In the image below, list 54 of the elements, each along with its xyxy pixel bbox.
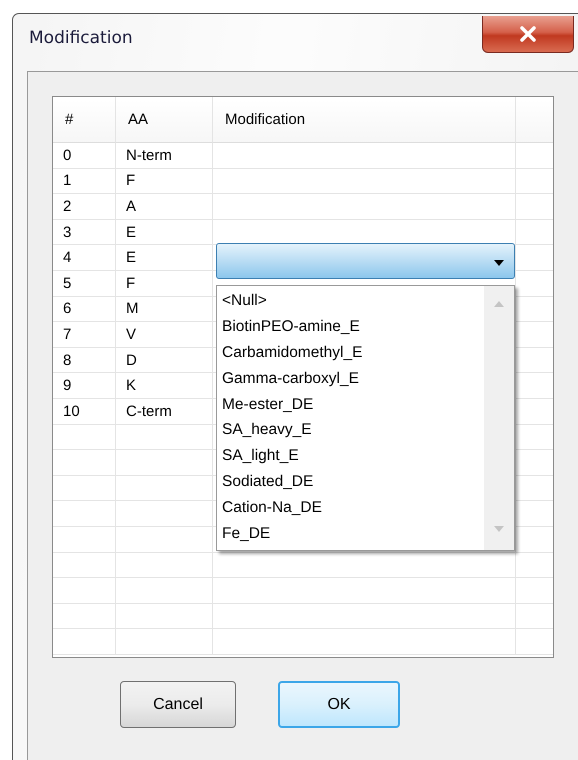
table-cell: 3 (53, 220, 116, 246)
table-cell: N-term (116, 143, 213, 169)
table-cell (53, 578, 116, 604)
dropdown-option[interactable]: Cation-Na_DE (222, 494, 484, 521)
table-cell: 2 (53, 194, 116, 220)
table-cell: 4 (53, 245, 116, 271)
scroll-up-icon[interactable] (494, 301, 504, 308)
dropdown-option[interactable]: Carbamidomethyl_E (222, 340, 484, 366)
dropdown-option[interactable]: <Null> (222, 288, 484, 314)
dialog-button[interactable]: Cancel (120, 681, 236, 728)
table-cell: F (116, 168, 213, 194)
scrollbar[interactable] (484, 286, 514, 550)
table-cell (53, 476, 116, 502)
close-icon (518, 26, 538, 42)
table-cell: F (116, 270, 213, 297)
table-cell (53, 424, 116, 450)
table-cell (53, 604, 116, 630)
table-cell: 1 (53, 168, 116, 194)
dropdown-option[interactable]: Fe_DE (222, 520, 484, 546)
close-button[interactable] (482, 16, 574, 53)
table-cell: 8 (53, 348, 116, 374)
dropdown-option[interactable]: SA_heavy_E (222, 417, 484, 444)
table-cell (53, 450, 116, 476)
column-header: Modification (213, 97, 516, 143)
table-cell: M (116, 296, 213, 322)
caret-icon (494, 260, 504, 266)
table-cell: 0 (53, 143, 116, 169)
table-cell: E (116, 245, 213, 271)
table-cell: D (116, 348, 213, 374)
dropdown-field[interactable] (216, 243, 515, 280)
table-cell: 9 (53, 373, 116, 399)
table-cell: C-term (116, 398, 213, 425)
table-cell: E (116, 220, 213, 246)
column-header: AA (116, 97, 213, 143)
table-cell: V (116, 322, 213, 348)
table-cell (53, 501, 116, 527)
dropdown-option[interactable]: BiotinPEO-amine_E (222, 314, 484, 340)
window-title: Modification (29, 28, 133, 48)
dialog-button[interactable]: OK (278, 681, 400, 728)
dropdown-option[interactable]: Gamma-carboxyl_E (222, 366, 484, 392)
table-cell: K (116, 373, 213, 399)
table-cell: 7 (53, 322, 116, 348)
dropdown-option[interactable]: Me-ester_DE (222, 392, 484, 418)
table-cell: A (116, 194, 213, 220)
dropdown-option[interactable]: Sodiated_DE (222, 468, 484, 495)
table-cell (53, 629, 116, 655)
scroll-down-icon[interactable] (494, 526, 504, 532)
table-cell (53, 552, 116, 578)
table-cell: 5 (53, 270, 116, 297)
column-header: # (53, 97, 116, 143)
table-cell: 6 (53, 296, 116, 322)
dropdown-option[interactable]: SA_light_E (222, 443, 484, 469)
table-cell: 10 (53, 398, 116, 425)
table-cell (53, 526, 116, 552)
